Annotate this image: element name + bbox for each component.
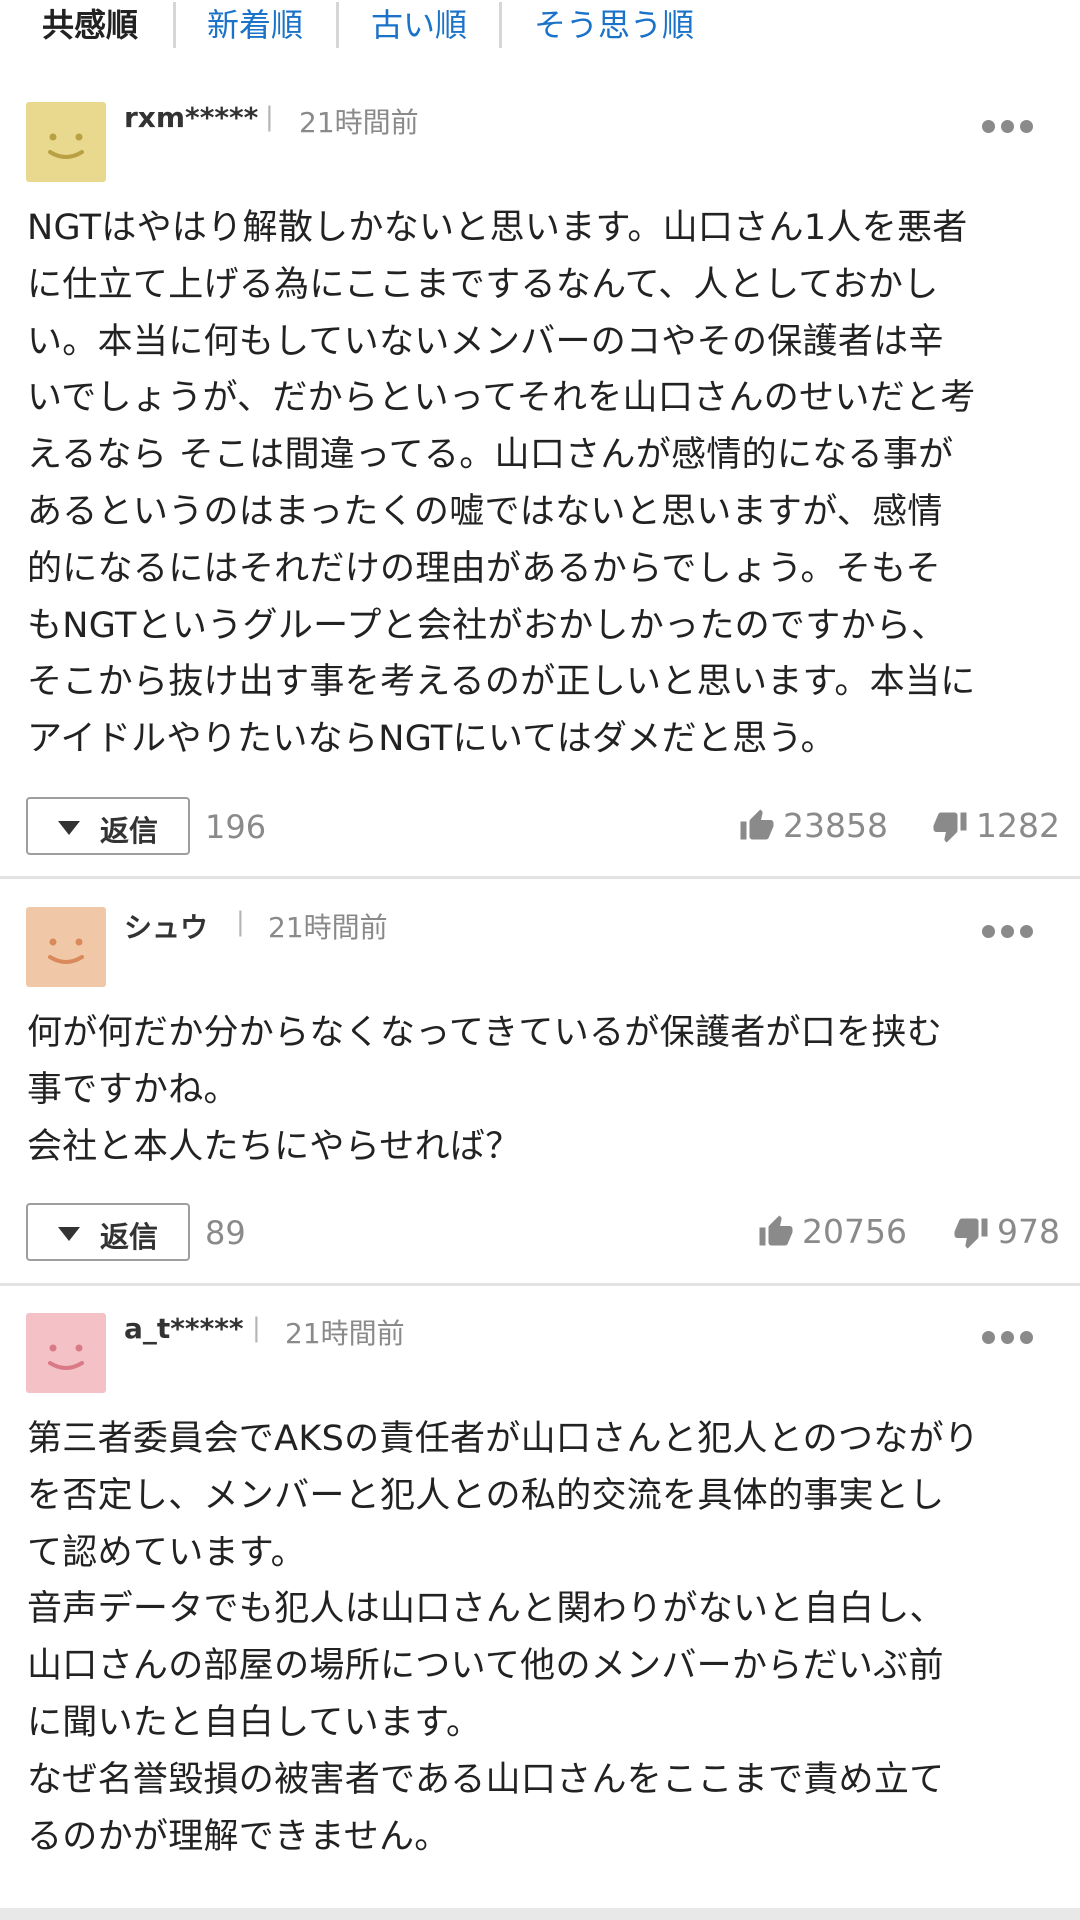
meta-separator: | <box>236 907 245 937</box>
tab-empathy-order[interactable]: 共感順 <box>42 0 138 50</box>
timestamp: 21時間前 <box>268 911 388 944</box>
dislike-count: 978 <box>997 1212 1060 1251</box>
more-options-icon[interactable] <box>982 120 1034 134</box>
like-count: 23858 <box>783 806 888 845</box>
reply-button[interactable]: 返信 <box>26 1203 190 1261</box>
thumbs-down-icon <box>954 1218 988 1249</box>
dislike-count: 1282 <box>976 806 1060 845</box>
divider <box>0 1908 1080 1920</box>
thumbs-down-icon <box>933 812 967 843</box>
username[interactable]: a_t***** <box>124 1312 244 1345</box>
username[interactable]: rxm***** <box>124 101 258 134</box>
avatar[interactable] <box>26 1313 106 1393</box>
reply-count: 89 <box>205 1214 246 1252</box>
timestamp: 21時間前 <box>285 1317 405 1350</box>
smiley-face-icon <box>26 907 106 987</box>
like-count: 20756 <box>802 1212 907 1251</box>
divider <box>0 876 1080 879</box>
sort-tabs: 共感順 新着順 古い順 そう思う順 <box>0 0 1080 50</box>
meta-separator: | <box>265 102 274 132</box>
username[interactable]: シュウ <box>124 906 208 946</box>
tab-oldest[interactable]: 古い順 <box>371 0 467 50</box>
smiley-face-icon <box>26 1313 106 1393</box>
reply-count: 196 <box>205 808 267 846</box>
thumbs-up-icon <box>740 809 774 840</box>
tab-divider <box>336 2 339 48</box>
comment-body: 何が何だか分からなくなってきているが保護者が口を挟む 事ですかね。 会社と本人た… <box>27 1013 943 1167</box>
reply-button[interactable]: 返信 <box>26 797 190 855</box>
more-options-icon[interactable] <box>982 925 1034 939</box>
comment-body: NGTはやはり解散しかないと思います。山口さん1人を悪者 に仕立て上げる為にここ… <box>27 208 976 760</box>
thumbs-up-icon <box>759 1215 793 1246</box>
timestamp: 21時間前 <box>299 106 419 139</box>
more-options-icon[interactable] <box>982 1331 1034 1345</box>
tab-agree-order[interactable]: そう思う順 <box>534 0 694 50</box>
tab-divider <box>499 2 502 48</box>
reply-label: 返信 <box>100 1220 159 1254</box>
divider <box>0 1283 1080 1286</box>
comment-body: 第三者委員会でAKSの責任者が山口さんと犯人とのつながり を否定し、メンバーと犯… <box>27 1419 980 1857</box>
caret-down-icon <box>58 821 80 835</box>
avatar[interactable] <box>26 102 106 182</box>
avatar[interactable] <box>26 907 106 987</box>
smiley-face-icon <box>26 102 106 182</box>
reply-label: 返信 <box>100 814 159 848</box>
meta-separator: | <box>252 1313 261 1343</box>
tab-divider <box>173 2 176 48</box>
caret-down-icon <box>58 1227 80 1241</box>
tab-newest[interactable]: 新着順 <box>207 0 303 50</box>
